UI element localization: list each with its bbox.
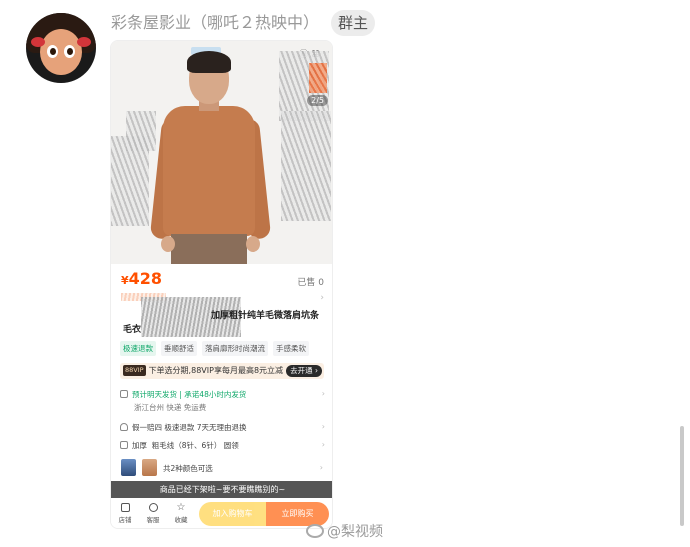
params-row[interactable]: 加厚 粗毛线（8针、6针） 圆领 › [120, 440, 325, 451]
feature-tag: 垂顺舒适 [161, 341, 197, 356]
watermark: @梨视频 [306, 521, 383, 541]
owner-badge: 群主 [331, 10, 376, 36]
feature-tag: 手感柔软 [273, 341, 309, 356]
avatar[interactable] [26, 13, 96, 83]
product-card[interactable]: Ⓝ ⌘ 2/5 ¥428 已售 0 加厚粗针纯羊毛微落肩坑条 毛衣 › 极速退款… [110, 40, 333, 529]
product-photo[interactable]: Ⓝ ⌘ 2/5 [111, 41, 332, 264]
truck-icon [120, 390, 128, 398]
shield-icon [120, 423, 128, 431]
chat-icon [148, 503, 158, 512]
chevron-right-icon: › [321, 422, 325, 431]
product-title-line2: 毛衣 [123, 325, 142, 335]
guarantee-row[interactable]: 假一赔四 极速退款 7天无理由退换 › [120, 422, 325, 433]
model-hand [161, 236, 175, 252]
chevron-right-icon: › [319, 463, 323, 472]
feature-tag: 极速退款 [120, 341, 156, 356]
weibo-logo-icon [306, 524, 324, 538]
chevron-right-icon: › [321, 440, 325, 449]
sold-count: 已售 0 [297, 278, 324, 288]
vip-banner[interactable]: 88VIP 下单选分期,88VIP享每月最高8元立减 去开通 › [120, 363, 324, 379]
color-thumbnail-brown[interactable] [142, 459, 157, 476]
scrollbar[interactable] [680, 426, 684, 526]
censor-scribble [126, 111, 156, 151]
vip-open-button[interactable]: 去开通 › [286, 365, 322, 377]
chevron-right-icon: › [321, 389, 325, 398]
vip-tag: 88VIP [123, 365, 146, 376]
params-label: 加厚 [132, 441, 147, 450]
model-hand [246, 236, 260, 252]
sender-name: 彩条屋影业（哪吒２热映中） [111, 13, 320, 32]
chevron-right-icon: › [320, 293, 324, 303]
store-button[interactable]: 店铺 [115, 503, 135, 524]
avatar-hair-bow-left [31, 37, 45, 47]
product-title[interactable]: 加厚粗针纯羊毛微落肩坑条 毛衣 › [121, 293, 324, 337]
service-button[interactable]: 客服 [143, 503, 163, 524]
feature-tag: 落肩廓形时尚潮流 [202, 341, 268, 356]
product-title-line1: 加厚粗针纯羊毛微落肩坑条 [211, 311, 320, 321]
star-icon: ☆ [176, 502, 186, 513]
store-icon [120, 503, 130, 512]
vip-text: 下单选分期,88VIP享每月最高8元立减 [148, 366, 284, 375]
params-text: 粗毛线（8针、6针） 圆领 [151, 441, 239, 450]
clipboard-icon [120, 441, 128, 449]
add-to-cart-button[interactable]: 加入购物车 [199, 502, 266, 526]
bottom-action-bar: 店铺 客服 ☆ 收藏 加入购物车 立即购买 [111, 498, 332, 528]
avatar-eye-right [64, 45, 75, 58]
model-pants [171, 234, 247, 264]
censor-scribble-orange [309, 63, 327, 93]
image-counter: 2/5 [307, 95, 328, 106]
color-thumbnail-blue[interactable] [121, 459, 136, 476]
colors-row[interactable]: 共2种颜色可选 › [163, 463, 323, 474]
offline-notice: 商品已经下架啦~要不要瞧瞧别的~ [111, 481, 332, 498]
colors-text: 共2种颜色可选 [163, 464, 213, 473]
shipping-main: 预计明天发货 | 承诺48小时内发货 [132, 390, 247, 399]
model-hair [187, 51, 231, 73]
guarantee-text: 假一赔四 极速退款 7天无理由退换 [132, 423, 247, 432]
price-row: ¥428 已售 0 [121, 269, 324, 291]
shipping-row[interactable]: 预计明天发货 | 承诺48小时内发货 › [120, 389, 325, 400]
feature-tags: 极速退款 垂顺舒适 落肩廓形时尚潮流 手感柔软 [120, 341, 330, 356]
model-sweater [163, 106, 255, 236]
price: ¥428 [121, 269, 163, 288]
favorite-button[interactable]: ☆ 收藏 [171, 502, 191, 525]
censor-scribble [281, 111, 331, 221]
shipping-sub: 浙江台州 快递 免运费 [134, 403, 207, 412]
avatar-eye-left [47, 45, 58, 58]
avatar-hair-bow-right [77, 37, 91, 47]
